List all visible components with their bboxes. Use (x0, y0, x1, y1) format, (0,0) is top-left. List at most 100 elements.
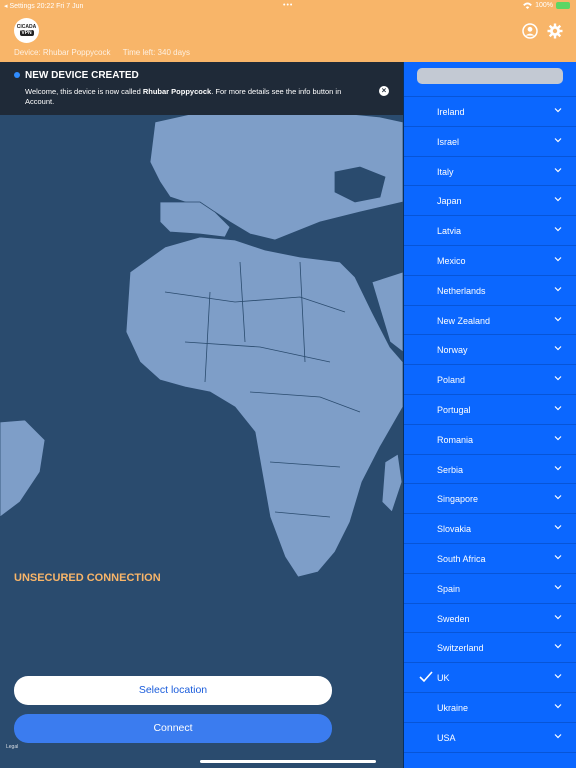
status-right: 100% (523, 2, 570, 9)
device-info: Device: Rhubar Poppycock Time left: 340 … (14, 48, 190, 57)
location-label: Netherlands (437, 285, 486, 296)
location-item[interactable]: Serbia (404, 455, 576, 485)
location-item[interactable]: Spain (404, 574, 576, 604)
status-left[interactable]: ◂ Settings 20:22 Fri 7 Jun (4, 2, 83, 10)
location-item[interactable]: UK (404, 663, 576, 693)
location-item[interactable]: Mexico (404, 246, 576, 276)
location-item[interactable]: Latvia (404, 216, 576, 246)
chevron-down-icon[interactable] (554, 404, 562, 412)
location-list[interactable]: Ireland Israel Italy Japan Latvia Mexico Nethe… (404, 87, 576, 753)
chevron-down-icon[interactable] (554, 315, 562, 323)
new-device-banner: NEW DEVICE CREATED Welcome, this device … (0, 62, 403, 115)
location-label: Sweden (437, 613, 470, 624)
chevron-down-icon[interactable] (554, 583, 562, 591)
location-label: UK (437, 673, 450, 684)
location-label: Ukraine (437, 702, 469, 713)
location-label: Slovakia (437, 524, 472, 535)
info-dot-icon (14, 72, 20, 78)
wifi-icon (523, 2, 532, 9)
chevron-down-icon[interactable] (554, 493, 562, 501)
chevron-down-icon[interactable] (554, 523, 562, 531)
gear-icon[interactable] (547, 23, 563, 39)
chevron-down-icon[interactable] (554, 136, 562, 144)
device-label: Device: Rhubar Poppycock (14, 48, 111, 57)
location-label: USA (437, 732, 456, 743)
chevron-down-icon[interactable] (554, 225, 562, 233)
location-item[interactable]: Slovakia (404, 514, 576, 544)
location-label: Mexico (437, 255, 466, 266)
logo-vpn-text: VPN (19, 30, 34, 36)
map-land (0, 106, 403, 578)
location-item[interactable]: Italy (404, 157, 576, 187)
location-item[interactable]: Israel (404, 127, 576, 157)
chevron-down-icon[interactable] (554, 195, 562, 203)
banner-device-name: Rhubar Poppycock (142, 87, 212, 96)
location-label: Latvia (437, 226, 462, 237)
location-item[interactable]: Switzerland (404, 633, 576, 664)
account-icon[interactable] (522, 23, 538, 39)
location-item[interactable]: Ireland (404, 97, 576, 127)
location-item[interactable]: New Zealand (404, 306, 576, 336)
chevron-down-icon[interactable] (554, 464, 562, 472)
location-label: Poland (437, 375, 466, 386)
location-label: Serbia (437, 464, 464, 475)
banner-message: Welcome, this device is now called Rhuba… (25, 87, 370, 107)
close-icon[interactable]: × (379, 86, 389, 96)
list-item-partial (404, 87, 576, 97)
location-label: New Zealand (437, 315, 491, 326)
location-label: Israel (437, 136, 460, 147)
status-bar: ◂ Settings 20:22 Fri 7 Jun ••• 100% (0, 0, 576, 13)
home-indicator[interactable] (200, 760, 376, 763)
location-item[interactable]: Sweden (404, 604, 576, 634)
location-item[interactable]: Singapore (404, 484, 576, 515)
chevron-down-icon[interactable] (554, 255, 562, 263)
location-item[interactable]: Portugal (404, 395, 576, 425)
connection-status: UNSECURED CONNECTION (14, 572, 161, 584)
time-left: Time left: 340 days (122, 48, 191, 57)
chevron-down-icon[interactable] (554, 166, 562, 174)
battery-icon (556, 2, 570, 9)
chevron-down-icon[interactable] (554, 553, 562, 561)
chevron-down-icon[interactable] (554, 106, 562, 114)
location-item[interactable]: South Africa (404, 544, 576, 574)
location-label: Ireland (437, 107, 465, 117)
select-location-button[interactable]: Select location (14, 676, 332, 705)
location-label: Norway (437, 345, 468, 356)
chevron-down-icon[interactable] (554, 434, 562, 442)
app-header: CICADA VPN Device: Rhubar Poppycock Time… (0, 13, 576, 62)
chevron-down-icon[interactable] (554, 702, 562, 710)
location-label: Singapore (437, 494, 479, 505)
location-search-input[interactable] (417, 68, 563, 84)
location-item[interactable]: USA (404, 723, 576, 753)
location-label: Italy (437, 166, 454, 177)
chevron-down-icon[interactable] (554, 613, 562, 621)
legal-link[interactable]: Legal (6, 744, 18, 750)
location-item[interactable]: Romania (404, 425, 576, 455)
location-item[interactable]: Netherlands (404, 276, 576, 306)
chevron-down-icon[interactable] (554, 672, 562, 680)
chevron-down-icon[interactable] (554, 344, 562, 352)
chevron-down-icon[interactable] (554, 642, 562, 650)
location-label: Romania (437, 434, 474, 445)
cicada-vpn-logo: CICADA VPN (14, 18, 39, 43)
location-item[interactable]: Japan (404, 186, 576, 217)
location-label: South Africa (437, 553, 486, 564)
location-item[interactable]: Norway (404, 335, 576, 366)
chevron-down-icon[interactable] (554, 285, 562, 293)
location-panel: Ireland Israel Italy Japan Latvia Mexico Nethe… (403, 62, 576, 768)
checkmark-icon (419, 671, 433, 683)
location-label: Japan (437, 196, 462, 207)
battery-percent: 100% (535, 2, 553, 9)
world-map[interactable] (0, 62, 403, 768)
chevron-down-icon[interactable] (554, 732, 562, 740)
banner-title: NEW DEVICE CREATED (25, 70, 139, 81)
banner-text-prefix: Welcome, this device is now called (25, 87, 143, 96)
location-label: Portugal (437, 404, 471, 415)
location-label: Switzerland (437, 643, 484, 654)
chevron-down-icon[interactable] (554, 374, 562, 382)
location-item[interactable]: Ukraine (404, 693, 576, 723)
location-label: Spain (437, 583, 461, 594)
connect-button[interactable]: Connect (14, 714, 332, 743)
multitasking-dots[interactable]: ••• (283, 2, 293, 9)
location-item[interactable]: Poland (404, 365, 576, 395)
